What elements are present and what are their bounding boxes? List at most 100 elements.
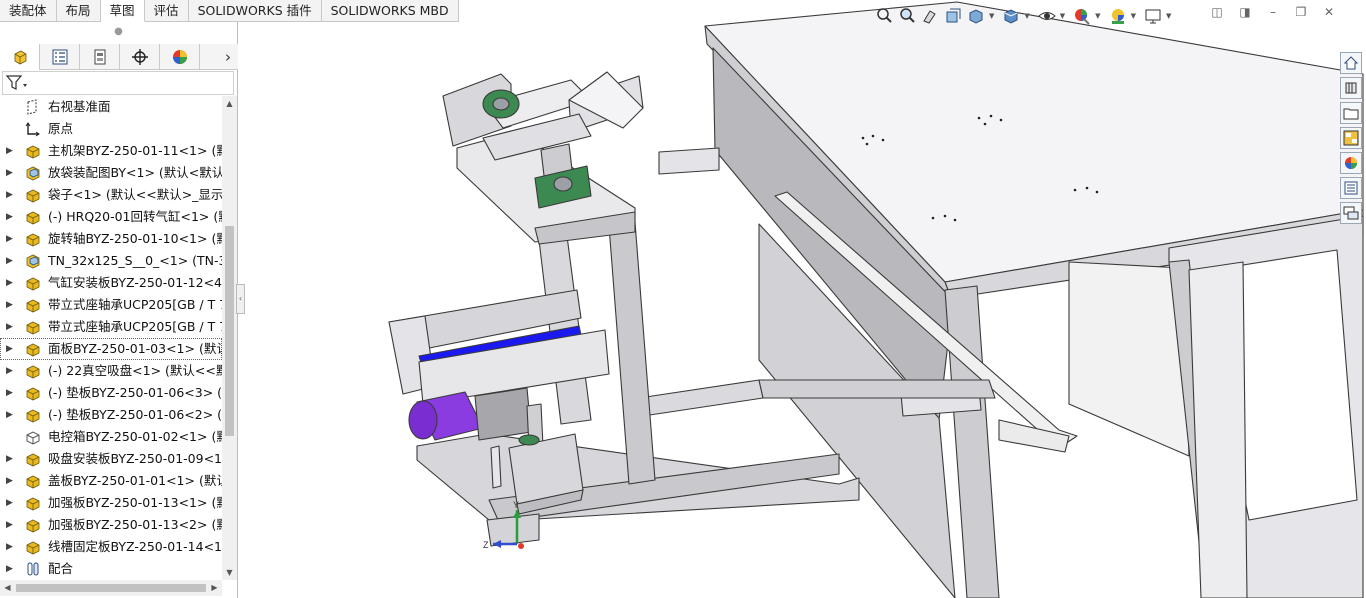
restore-left-icon[interactable]: ◫ bbox=[1210, 6, 1224, 20]
task-pane-appearances[interactable] bbox=[1340, 152, 1362, 174]
tree-item[interactable]: ▶ 旋转轴BYZ-250-01-10<1> (默认 bbox=[0, 228, 222, 250]
tree-item[interactable]: 原点 bbox=[0, 118, 222, 140]
tree-vertical-scrollbar[interactable]: ▲ ▼ bbox=[222, 96, 237, 580]
part-icon bbox=[26, 233, 40, 247]
expand-arrow-icon[interactable]: ▶ bbox=[6, 514, 16, 536]
displaymanager-tab[interactable] bbox=[160, 44, 200, 70]
tree-item[interactable]: ▶ 放袋装配图BY<1> (默认<默认_显 bbox=[0, 162, 222, 184]
scroll-thumb-horizontal[interactable] bbox=[16, 584, 206, 592]
scroll-down-arrow-icon[interactable]: ▼ bbox=[222, 565, 237, 580]
display-style-caret-icon[interactable]: ▼ bbox=[1024, 12, 1029, 20]
section-view-button[interactable] bbox=[943, 6, 963, 26]
view-orientation-button[interactable] bbox=[966, 6, 986, 26]
minimize-icon[interactable]: – bbox=[1266, 6, 1280, 20]
tree-item[interactable]: ▶ 面板BYZ-250-01-03<1> (默认<< bbox=[0, 338, 222, 360]
expand-arrow-icon[interactable]: ▶ bbox=[6, 206, 16, 228]
view-settings-caret-icon[interactable]: ▼ bbox=[1166, 12, 1171, 20]
panel-grip[interactable]: ● bbox=[0, 22, 237, 44]
previous-view-button[interactable] bbox=[920, 6, 940, 26]
panel-tabs-scroll-right[interactable]: › bbox=[218, 44, 238, 69]
vertical-rod bbox=[490, 445, 502, 489]
tree-filter-bar[interactable] bbox=[2, 71, 234, 95]
display-style-button[interactable] bbox=[1001, 6, 1021, 26]
scroll-up-arrow-icon[interactable]: ▲ bbox=[222, 96, 237, 111]
maximize-icon[interactable]: ❐ bbox=[1294, 6, 1308, 20]
tree-item[interactable]: ▶ (-) 垫板BYZ-250-01-06<3> (默 bbox=[0, 382, 222, 404]
configurationmanager-tab[interactable] bbox=[80, 44, 120, 70]
dimxpert-tab[interactable] bbox=[120, 44, 160, 70]
command-tab[interactable]: 装配体 bbox=[0, 0, 57, 22]
tree-item[interactable]: ▶ 袋子<1> (默认<<默认>_显示状 bbox=[0, 184, 222, 206]
task-pane-file-explorer[interactable] bbox=[1340, 102, 1362, 124]
appearance-caret-icon[interactable]: ▼ bbox=[1095, 12, 1100, 20]
expand-arrow-icon[interactable]: ▶ bbox=[6, 272, 16, 294]
tree-item[interactable]: 右视基准面 bbox=[0, 96, 222, 118]
tree-item[interactable]: ▶ 气缸安装板BYZ-250-01-12<4> ( bbox=[0, 272, 222, 294]
task-pane-tabs bbox=[1340, 52, 1364, 224]
propertymanager-tab[interactable] bbox=[40, 44, 80, 70]
part-icon bbox=[26, 321, 40, 335]
command-tab[interactable]: 布局 bbox=[57, 0, 101, 22]
expand-arrow-icon[interactable]: ▶ bbox=[6, 470, 16, 492]
tree-item[interactable]: ▶ 主机架BYZ-250-01-11<1> (默认< bbox=[0, 140, 222, 162]
expand-arrow-icon[interactable]: ▶ bbox=[6, 404, 16, 426]
expand-arrow-icon[interactable]: ▶ bbox=[6, 536, 16, 558]
view-orientation-caret-icon[interactable]: ▼ bbox=[989, 12, 994, 20]
tree-horizontal-scrollbar[interactable]: ◀ ▶ bbox=[0, 580, 222, 596]
hide-show-items-icon bbox=[1038, 12, 1056, 20]
close-icon[interactable]: ✕ bbox=[1322, 6, 1336, 20]
expand-arrow-icon[interactable]: ▶ bbox=[6, 294, 16, 316]
task-pane-design-library[interactable] bbox=[1340, 77, 1362, 99]
expand-arrow-icon[interactable]: ▶ bbox=[6, 382, 16, 404]
scroll-thumb[interactable] bbox=[225, 226, 234, 436]
task-pane-custom-properties[interactable] bbox=[1340, 177, 1362, 199]
tree-item[interactable]: ▶ (-) HRQ20-01回转气缸<1> (默认 bbox=[0, 206, 222, 228]
expand-arrow-icon[interactable]: ▶ bbox=[6, 162, 16, 184]
expand-arrow-icon[interactable]: ▶ bbox=[6, 228, 16, 250]
expand-arrow-icon[interactable]: ▶ bbox=[6, 338, 16, 360]
tree-item[interactable]: 电控箱BYZ-250-01-02<1> (默认 bbox=[0, 426, 222, 448]
apply-scene-button[interactable] bbox=[1108, 6, 1128, 26]
graphics-area[interactable]: ▼ ▼ ▼ ▼ ▼ ▼ ◫ ◨ – ❐ ✕ Y Z bbox=[239, 0, 1366, 598]
hide-show-items-button[interactable] bbox=[1037, 6, 1057, 26]
tree-item[interactable]: ▶ 吸盘安装板BYZ-250-01-09<1> ( bbox=[0, 448, 222, 470]
scene-caret-icon[interactable]: ▼ bbox=[1131, 12, 1136, 20]
expand-arrow-icon[interactable]: ▶ bbox=[6, 558, 16, 580]
tree-item[interactable]: ▶ (-) 22真空吸盘<1> (默认<<默认 bbox=[0, 360, 222, 382]
scroll-right-arrow-icon[interactable]: ▶ bbox=[207, 580, 222, 596]
featuremanager-tab[interactable] bbox=[0, 44, 40, 70]
tree-item[interactable]: ▶ 加强板BYZ-250-01-13<1> (默认 bbox=[0, 492, 222, 514]
task-pane-forum[interactable] bbox=[1340, 202, 1362, 224]
tree-item-label: 带立式座轴承UCP205[GB / T 78 bbox=[48, 319, 222, 334]
tree-item[interactable]: ▶ 线槽固定板BYZ-250-01-14<1> ( bbox=[0, 536, 222, 558]
section-view-icon bbox=[946, 8, 961, 23]
tree-item[interactable]: ▶ 配合 bbox=[0, 558, 222, 580]
hide-show-caret-icon[interactable]: ▼ bbox=[1060, 12, 1065, 20]
tree-item[interactable]: ▶ 加强板BYZ-250-01-13<2> (默认 bbox=[0, 514, 222, 536]
restore-right-icon[interactable]: ◨ bbox=[1238, 6, 1252, 20]
expand-arrow-icon[interactable]: ▶ bbox=[6, 448, 16, 470]
task-pane-home[interactable] bbox=[1340, 52, 1362, 74]
task-pane-view-palette[interactable] bbox=[1340, 127, 1362, 149]
expand-arrow-icon[interactable]: ▶ bbox=[6, 492, 16, 514]
tree-item[interactable]: ▶ (-) 垫板BYZ-250-01-06<2> (默 bbox=[0, 404, 222, 426]
view-settings-button[interactable] bbox=[1143, 6, 1163, 26]
expand-arrow-icon[interactable]: ▶ bbox=[6, 184, 16, 206]
tree-item[interactable]: ▶ 盖板BYZ-250-01-01<1> (默认< bbox=[0, 470, 222, 492]
expand-arrow-icon[interactable]: ▶ bbox=[6, 316, 16, 338]
zoom-to-area-button[interactable] bbox=[897, 6, 917, 26]
part-icon bbox=[26, 409, 40, 423]
scroll-left-arrow-icon[interactable]: ◀ bbox=[0, 580, 15, 596]
zoom-to-fit-button[interactable] bbox=[874, 6, 894, 26]
tree-item[interactable]: ▶ TN_32x125_S__0_<1> (TN-32x bbox=[0, 250, 222, 272]
tree-item[interactable]: ▶ 带立式座轴承UCP205[GB / T 78 bbox=[0, 316, 222, 338]
base-long-beam bbox=[758, 379, 996, 399]
expand-arrow-icon[interactable]: ▶ bbox=[6, 250, 16, 272]
command-tab[interactable]: 评估 bbox=[145, 0, 189, 22]
expand-arrow-icon[interactable]: ▶ bbox=[6, 360, 16, 382]
tree-item[interactable]: ▶ 带立式座轴承UCP205[GB / T 78 bbox=[0, 294, 222, 316]
edit-appearance-button[interactable] bbox=[1072, 6, 1092, 26]
expand-arrow-icon[interactable]: ▶ bbox=[6, 140, 16, 162]
command-tab[interactable]: 草图 bbox=[100, 0, 145, 22]
assembly-model-view[interactable] bbox=[239, 0, 1366, 598]
